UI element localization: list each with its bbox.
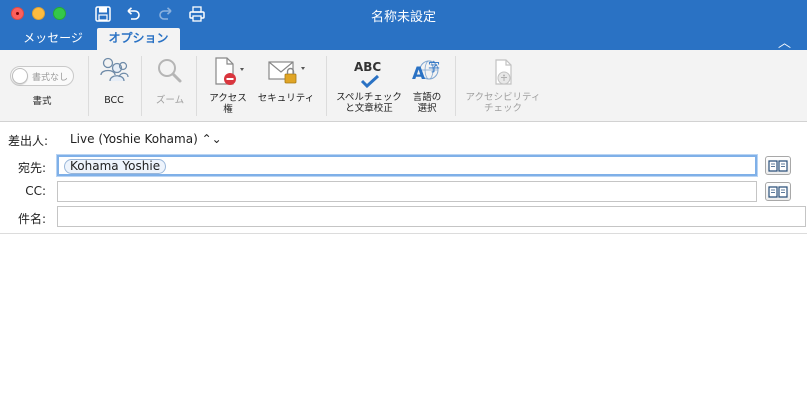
access-button[interactable]: アクセス 権 xyxy=(205,54,251,115)
accessibility-label-line2: チェック xyxy=(483,103,522,114)
window-title: 名称未設定 xyxy=(370,10,436,25)
ribbon-tab-bar: メッセージ オプション ︿ xyxy=(0,28,807,51)
format-toggle-text: 書式なし xyxy=(32,73,69,83)
format-label: 書式 xyxy=(32,96,52,107)
access-label-line2: 権 xyxy=(223,104,233,115)
cc-label: CC: xyxy=(25,184,46,198)
cc-field[interactable] xyxy=(57,181,757,202)
zoom-button[interactable]: ズーム xyxy=(150,54,190,106)
language-icon-kanji: 字 xyxy=(428,60,441,74)
language-label-line2: 選択 xyxy=(417,103,437,114)
spell-label-line2: と文章校正 xyxy=(345,103,393,114)
language-label-line1: 言語の xyxy=(412,92,442,103)
recipient-chip[interactable]: Kohama Yoshie xyxy=(64,159,167,174)
access-label-line1: アクセス xyxy=(209,93,247,104)
cc-address-book-button[interactable] xyxy=(765,182,791,201)
bcc-button[interactable]: BCC xyxy=(95,54,133,106)
accessibility-check-button[interactable]: アクセシビリティ チェック xyxy=(460,54,546,114)
title-bar: 名称未設定 xyxy=(0,0,807,28)
spell-abc-text: ABC xyxy=(354,60,382,74)
address-book-icon xyxy=(768,160,788,172)
people-icon xyxy=(100,57,129,82)
to-label: 宛先: xyxy=(17,161,46,175)
toggle-knob xyxy=(12,68,28,84)
message-body[interactable] xyxy=(0,234,807,400)
language-globe-icon: A 字 xyxy=(406,54,448,90)
subject-label: 件名: xyxy=(17,212,46,226)
ribbon-separator xyxy=(326,56,327,116)
collapse-ribbon-chevron-up-icon[interactable]: ︿ xyxy=(778,32,791,51)
to-field[interactable]: Kohama Yoshie xyxy=(57,155,757,176)
accessibility-check-icon xyxy=(495,59,512,85)
ribbon-separator xyxy=(88,56,89,116)
spell-check-button[interactable]: ABC スペルチェック と文章校正 xyxy=(333,54,405,114)
language-icon-letter: A xyxy=(412,64,426,84)
envelope-lock-icon xyxy=(268,61,305,84)
spell-check-icon: ABC xyxy=(333,54,405,90)
spell-label-line1: スペルチェック xyxy=(336,92,402,103)
magnifier-icon xyxy=(158,59,182,83)
tab-message[interactable]: メッセージ xyxy=(12,28,94,50)
accessibility-label-line1: アクセシビリティ xyxy=(465,92,541,103)
zoom-label: ズーム xyxy=(155,95,185,106)
ribbon: 書式なし 書式 BCC ズーム アクセス 権 セキュリティ ABC スペルチェッ… xyxy=(0,50,807,122)
ribbon-separator xyxy=(196,56,197,116)
from-account-selector[interactable]: Live (Yoshie Kohama) ⌃⌄ xyxy=(70,132,222,146)
address-book-icon xyxy=(768,186,788,198)
ribbon-separator xyxy=(455,56,456,116)
document-restricted-icon xyxy=(215,57,244,85)
bcc-label: BCC xyxy=(104,95,124,106)
security-label: セキュリティ xyxy=(257,93,315,104)
format-toggle[interactable]: 書式なし xyxy=(10,66,74,86)
security-button[interactable]: セキュリティ xyxy=(254,54,318,104)
language-button[interactable]: A 字 言語の 選択 xyxy=(406,54,448,114)
to-address-book-button[interactable] xyxy=(765,156,791,175)
ribbon-separator xyxy=(141,56,142,116)
tab-options[interactable]: オプション xyxy=(97,28,180,50)
from-label: 差出人: xyxy=(8,134,49,148)
subject-field[interactable] xyxy=(57,206,806,227)
